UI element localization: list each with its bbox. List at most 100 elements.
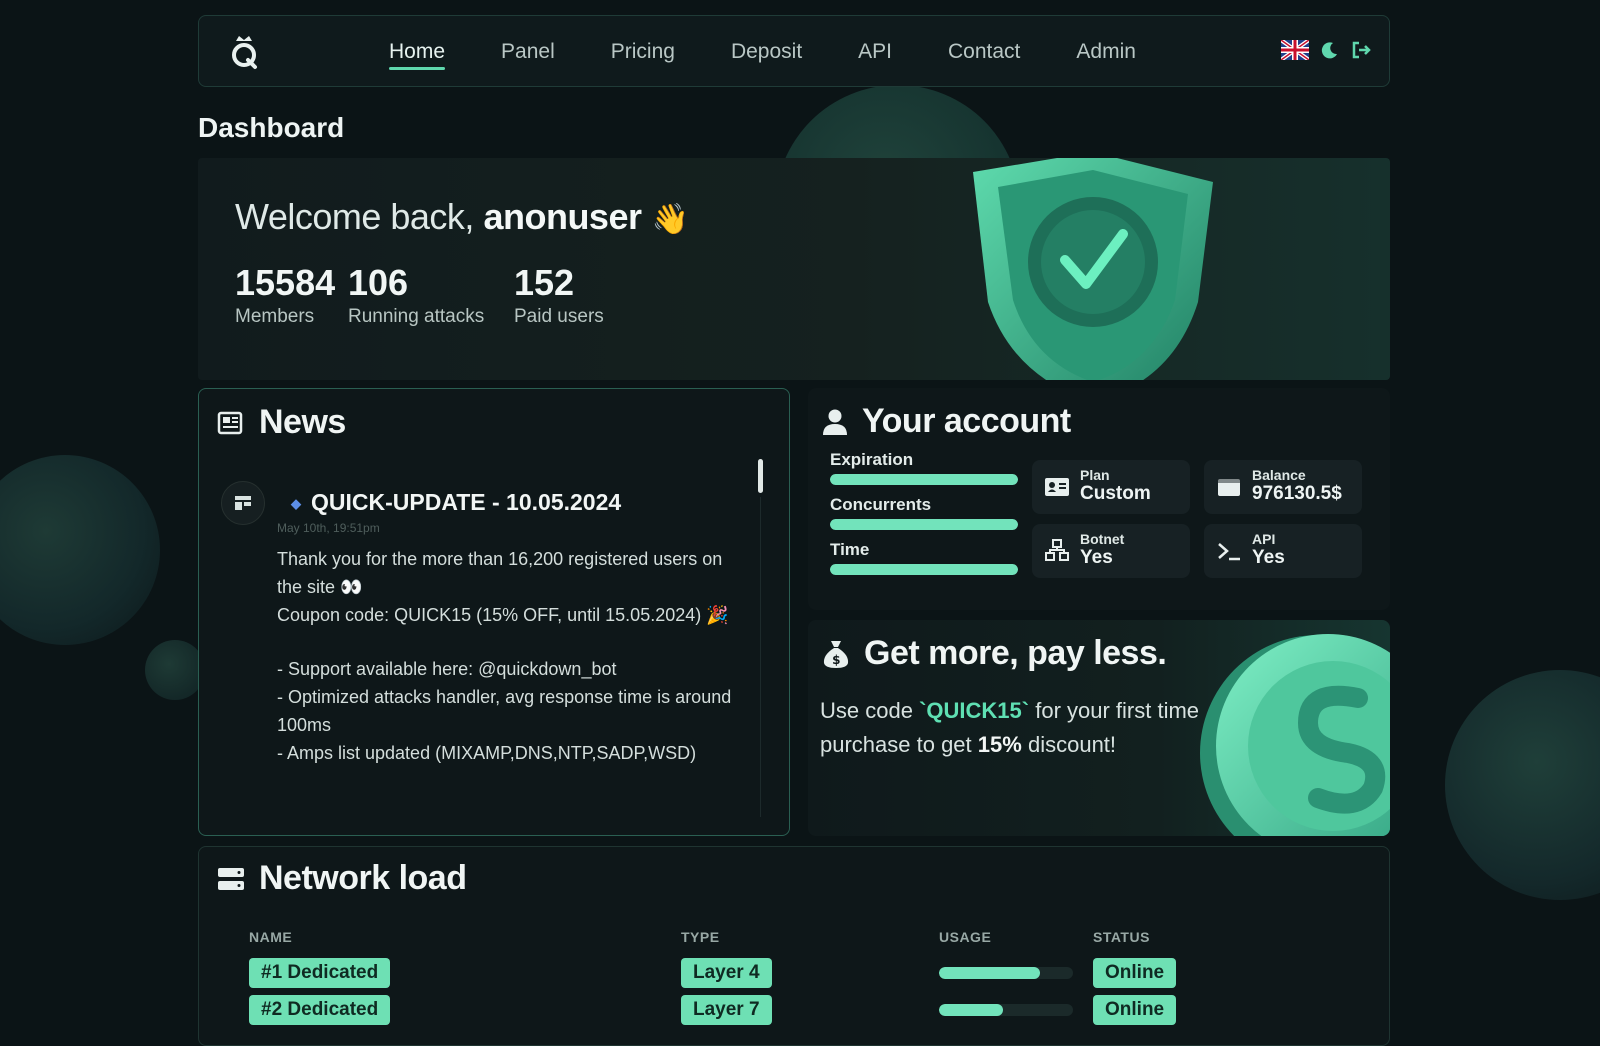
server-type-badge: Layer 4	[681, 958, 772, 988]
meter-fill	[830, 474, 1018, 485]
post-avatar	[221, 481, 265, 525]
terminal-icon	[1218, 543, 1240, 561]
bullet-icon: ◆	[291, 495, 301, 511]
network-nodes-icon	[1045, 539, 1069, 561]
page-title: Dashboard	[198, 112, 345, 143]
status-badge: Online	[1093, 995, 1177, 1025]
tile-label: Balance	[1252, 467, 1306, 483]
usage-fill	[939, 1004, 1004, 1016]
stat-value: 15584	[235, 262, 336, 303]
news-card: News ◆ QUICK-UPDATE - 10.05.2024 May 10th…	[198, 388, 790, 836]
usage-bar	[939, 1004, 1073, 1016]
promo-title-text: Get more, pay less.	[864, 634, 1167, 672]
news-title-text: News	[259, 403, 346, 441]
top-navbar: Home Panel Pricing Deposit API Contact A…	[198, 15, 1390, 87]
post-title-text: QUICK-UPDATE - 10.05.2024	[311, 489, 622, 515]
tile-value: Yes	[1252, 547, 1285, 568]
username: anonuser	[483, 196, 642, 237]
coin-icon	[1200, 634, 1390, 836]
background-orb	[1445, 670, 1600, 900]
wave-emoji: 👋	[651, 203, 689, 236]
network-title: Network load	[217, 859, 467, 898]
nav-item-pricing[interactable]: Pricing	[611, 40, 675, 64]
svg-text:$: $	[832, 653, 840, 667]
welcome-prefix: Welcome back,	[235, 196, 474, 237]
stat-members: 15584 Members	[235, 262, 335, 328]
logout-icon[interactable]	[1351, 41, 1371, 59]
nav-item-admin[interactable]: Admin	[1076, 40, 1136, 64]
tile-plan: Plan Custom	[1032, 460, 1190, 514]
nav-item-home[interactable]: Home	[389, 40, 446, 70]
server-name-badge: #2 Dedicated	[249, 995, 391, 1025]
meter-time: Time	[830, 540, 1018, 575]
nav-item-panel[interactable]: Panel	[501, 40, 555, 64]
meter-label: Time	[830, 540, 870, 559]
status-badge: Online	[1093, 958, 1177, 988]
shield-check-icon	[973, 158, 1213, 380]
network-title-text: Network load	[259, 859, 467, 897]
background-orb	[0, 455, 160, 645]
post-line: - Amps list updated (MIXAMP,DNS,NTP,SADP…	[277, 743, 697, 763]
meter-label: Expiration	[830, 450, 914, 469]
tile-value: Yes	[1080, 547, 1113, 568]
welcome-banner: Welcome back, anonuser 👋 15584 Members 10…	[198, 158, 1390, 380]
news-title: News	[217, 403, 346, 442]
promo-text: Use code `QUICK15` for your first time p…	[820, 694, 1200, 762]
moon-icon[interactable]	[1321, 41, 1339, 59]
tile-botnet: Botnet Yes	[1032, 524, 1190, 578]
stat-label: Members	[235, 306, 315, 327]
promo-text-prefix: Use code	[820, 698, 913, 723]
column-header-type: TYPE	[681, 929, 720, 945]
server-icon	[218, 867, 244, 890]
column-header-status: STATUS	[1093, 929, 1150, 945]
nav-item-api[interactable]: API	[858, 40, 892, 64]
background-orb	[145, 640, 205, 700]
account-title: Your account	[822, 402, 1071, 441]
column-header-usage: USAGE	[939, 929, 992, 945]
tile-label: Plan	[1080, 467, 1110, 483]
tile-value: Custom	[1080, 483, 1151, 504]
newspaper-icon	[217, 411, 243, 434]
stat-value: 152	[514, 262, 575, 303]
tile-value: 976130.5$	[1252, 483, 1342, 504]
meter-bar	[830, 474, 1018, 485]
money-bag-icon: $	[823, 640, 849, 668]
logo-icon[interactable]	[227, 34, 261, 70]
tile-api: API Yes	[1204, 524, 1362, 578]
usage-bar	[939, 967, 1073, 979]
promo-title: $ Get more, pay less.	[822, 634, 1167, 673]
meter-label: Concurrents	[830, 495, 932, 514]
meter-fill	[830, 564, 1018, 575]
welcome-message: Welcome back, anonuser 👋	[235, 196, 689, 238]
promo-text-suffix: discount!	[1027, 732, 1117, 757]
id-card-icon	[1045, 478, 1069, 496]
server-type-badge: Layer 7	[681, 995, 772, 1025]
post-date: May 10th, 19:51pm	[277, 521, 380, 535]
post-line: Thank you for the more than 16,200 regis…	[277, 549, 723, 597]
nav-item-deposit[interactable]: Deposit	[731, 40, 802, 64]
stat-value: 106	[348, 262, 409, 303]
post-title: ◆ QUICK-UPDATE - 10.05.2024	[291, 489, 621, 516]
post-line: - Support available here: @quickdown_bot	[277, 659, 617, 679]
post-icon	[235, 496, 251, 510]
stat-running-attacks: 106 Running attacks	[348, 262, 484, 328]
uk-flag-icon[interactable]	[1281, 40, 1309, 60]
server-name-badge: #1 Dedicated	[249, 958, 391, 988]
meter-bar	[830, 564, 1018, 575]
promo-code: `QUICK15`	[919, 698, 1030, 723]
meter-fill	[830, 519, 1018, 530]
wallet-icon	[1218, 479, 1240, 496]
stat-label: Paid users	[514, 306, 604, 327]
promo-card: $ Get more, pay less. Use code `QUICK15`…	[808, 620, 1390, 836]
scrollbar-track[interactable]	[760, 497, 761, 817]
meter-bar	[830, 519, 1018, 530]
scrollbar-thumb[interactable]	[758, 459, 763, 493]
stat-paid-users: 152 Paid users	[514, 262, 604, 328]
tile-balance: Balance 976130.5$	[1204, 460, 1362, 514]
account-title-text: Your account	[862, 402, 1071, 440]
meter-expiration: Expiration	[830, 450, 1018, 485]
nav-item-contact[interactable]: Contact	[948, 40, 1020, 64]
account-card: Your account Expiration Concurrents Time…	[808, 388, 1390, 610]
post-body: Thank you for the more than 16,200 regis…	[277, 545, 747, 810]
stat-label: Running attacks	[348, 306, 485, 327]
